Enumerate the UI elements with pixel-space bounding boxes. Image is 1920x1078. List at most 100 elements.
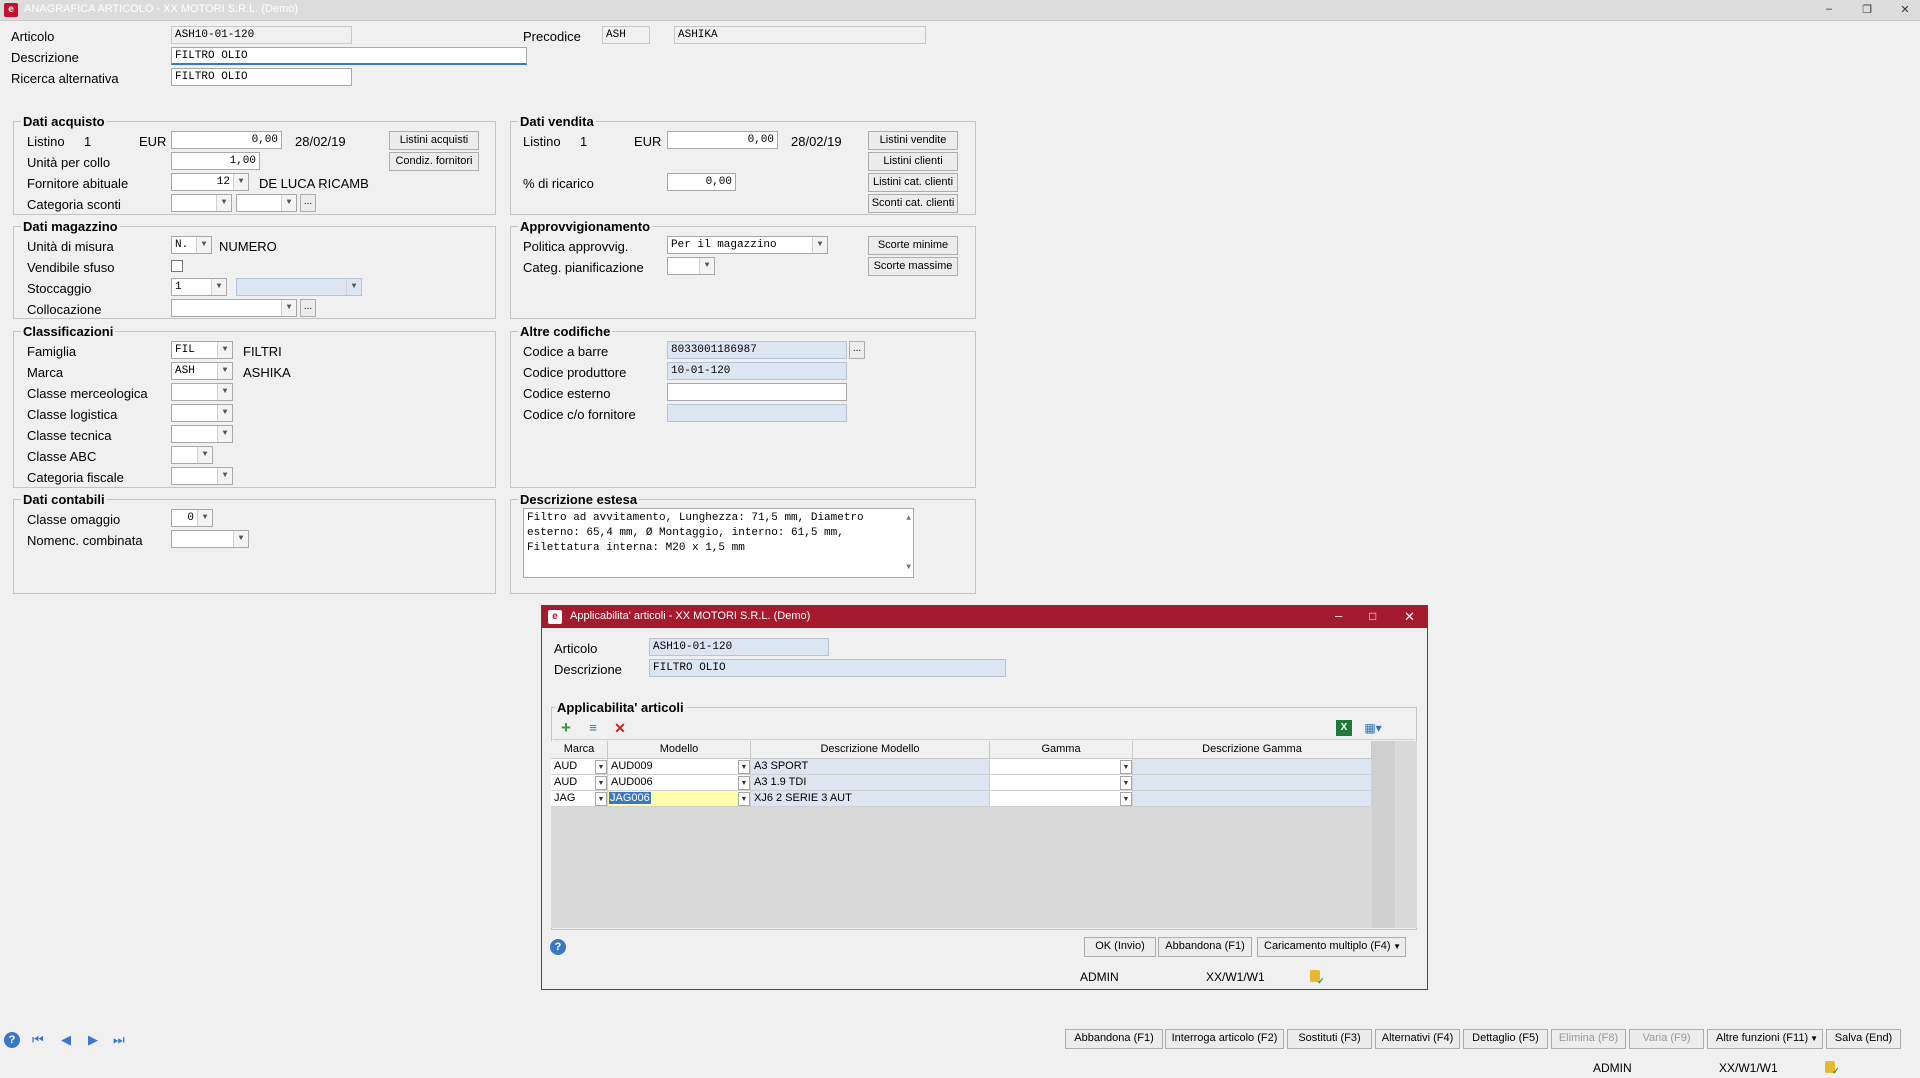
scorte-minime-button[interactable]: Scorte minime	[868, 236, 958, 255]
categoria-sconti-combo-1[interactable]: ▼	[171, 194, 232, 212]
cell-gamma[interactable]	[990, 791, 1133, 807]
categoria-sconti-combo-2[interactable]: ▼	[236, 194, 297, 212]
chevron-down-icon[interactable]: ▼	[1120, 760, 1132, 774]
politica-combo[interactable]: Per il magazzino ▼	[667, 236, 828, 254]
altre-funzioni-button[interactable]: Altre funzioni (F11) ▼	[1707, 1029, 1823, 1049]
categ-pianificazione-combo[interactable]: ▼	[667, 257, 715, 275]
delete-row-icon[interactable]: ✕	[611, 720, 629, 736]
condiz-fornitori-button[interactable]: Condiz. fornitori	[389, 152, 479, 171]
column-header-descrizione-gamma[interactable]: Descrizione Gamma	[1133, 741, 1372, 759]
listini-clienti-button[interactable]: Listini clienti	[868, 152, 958, 171]
codice-barre-lookup-button[interactable]: ...	[849, 341, 865, 359]
cell-modello[interactable]: AUD009	[608, 759, 751, 775]
fornitore-combo[interactable]: 12 ▼	[171, 173, 249, 191]
stoccaggio-combo[interactable]: 1 ▼	[171, 278, 227, 296]
chevron-down-icon[interactable]: ▼	[281, 195, 296, 211]
elimina-button[interactable]: Elimina (F8)	[1551, 1029, 1626, 1049]
categoria-fiscale-combo[interactable]: ▼	[171, 467, 233, 485]
column-header-descrizione-modello[interactable]: Descrizione Modello	[751, 741, 990, 759]
acq-price-field[interactable]: 0,00	[171, 131, 282, 149]
help-icon[interactable]: ?	[550, 939, 566, 955]
abbandona-button[interactable]: Abbandona (F1)	[1065, 1029, 1163, 1049]
descrizione-estesa-textarea[interactable]: Filtro ad avvitamento, Lunghezza: 71,5 m…	[523, 508, 914, 578]
column-header-gamma[interactable]: Gamma	[990, 741, 1133, 759]
classe-abc-combo[interactable]: ▼	[171, 446, 213, 464]
chevron-down-icon[interactable]: ▼	[738, 792, 750, 806]
chevron-down-icon[interactable]: ▼	[738, 760, 750, 774]
listini-vendite-button[interactable]: Listini vendite	[868, 131, 958, 150]
interroga-articolo-button[interactable]: Interroga articolo (F2)	[1165, 1029, 1284, 1049]
abbandona-dialog-button[interactable]: Abbandona (F1)	[1158, 937, 1252, 957]
alternativi-button[interactable]: Alternativi (F4)	[1375, 1029, 1460, 1049]
column-header-modello[interactable]: Modello	[608, 741, 751, 759]
marca-combo[interactable]: ASH ▼	[171, 362, 233, 380]
last-record-icon[interactable]: ⏭	[113, 1032, 125, 1048]
first-record-icon[interactable]: ⏮	[32, 1032, 44, 1048]
sostituti-button[interactable]: Sostituti (F3)	[1287, 1029, 1372, 1049]
help-icon[interactable]: ?	[4, 1032, 20, 1048]
table-row[interactable]: JAG ▼ JAG006 ▼ XJ6 2 SERIE 3 AUT ▼	[551, 791, 1372, 807]
add-row-icon[interactable]: +	[557, 719, 575, 736]
chevron-down-icon[interactable]: ▼	[233, 531, 248, 547]
articolo-field[interactable]: ASH10-01-120	[171, 26, 352, 44]
excel-export-icon[interactable]: X	[1336, 720, 1352, 736]
unita-collo-field[interactable]: 1,00	[171, 152, 260, 170]
listini-acquisti-button[interactable]: Listini acquisti	[389, 131, 479, 150]
chevron-down-icon[interactable]: ▼	[211, 279, 226, 295]
restore-icon[interactable]: ❐	[1858, 3, 1876, 16]
classe-omaggio-combo[interactable]: 0 ▼	[171, 509, 213, 527]
chevron-down-icon[interactable]: ▼	[196, 237, 211, 253]
chevron-down-icon[interactable]: ▼	[217, 363, 232, 379]
table-row[interactable]: AUD ▼ AUD009 ▼ A3 SPORT ▼	[551, 759, 1372, 775]
previous-record-icon[interactable]: ◀	[61, 1032, 71, 1048]
scroll-up-icon[interactable]: ▲	[906, 511, 911, 526]
collocazione-combo[interactable]: ▼	[171, 299, 297, 317]
descrizione-field[interactable]: FILTRO OLIO	[171, 47, 527, 65]
categoria-sconti-lookup-button[interactable]: ...	[300, 194, 316, 212]
chevron-down-icon[interactable]: ▼	[595, 760, 607, 774]
chevron-down-icon[interactable]: ▼	[217, 384, 232, 400]
insert-row-icon[interactable]: ≡	[583, 720, 603, 736]
varia-button[interactable]: Varia (F9)	[1629, 1029, 1704, 1049]
close-icon[interactable]: ✕	[1896, 3, 1914, 16]
chevron-down-icon[interactable]: ▼	[1120, 792, 1132, 806]
chevron-down-icon[interactable]: ▼	[738, 776, 750, 790]
classe-logistica-combo[interactable]: ▼	[171, 404, 233, 422]
cell-gamma[interactable]	[990, 759, 1133, 775]
scroll-down-icon[interactable]: ▼	[906, 560, 911, 575]
cell-modello[interactable]: AUD006	[608, 775, 751, 791]
scorte-massime-button[interactable]: Scorte massime	[868, 257, 958, 276]
ven-price-field[interactable]: 0,00	[667, 131, 778, 149]
ok-button[interactable]: OK (Invio)	[1084, 937, 1156, 957]
chevron-down-icon[interactable]: ▼	[217, 468, 232, 484]
chevron-down-icon[interactable]: ▼	[595, 776, 607, 790]
codice-produttore-field[interactable]: 10-01-120	[667, 362, 847, 380]
chevron-down-icon[interactable]: ▼	[197, 510, 212, 526]
ricerca-field[interactable]: FILTRO OLIO	[171, 68, 352, 86]
precodice-field[interactable]: ASH	[602, 26, 650, 44]
next-record-icon[interactable]: ▶	[88, 1032, 98, 1048]
close-icon[interactable]: ✕	[1404, 609, 1415, 625]
um-combo[interactable]: N. ▼	[171, 236, 212, 254]
chevron-down-icon[interactable]: ▼	[595, 792, 607, 806]
chevron-down-icon[interactable]: ▼	[233, 174, 248, 190]
classe-merceologica-combo[interactable]: ▼	[171, 383, 233, 401]
column-header-marca[interactable]: Marca	[551, 741, 608, 759]
sconti-cat-clienti-button[interactable]: Sconti cat. clienti	[868, 194, 958, 213]
cell-gamma[interactable]	[990, 775, 1133, 791]
chevron-down-icon[interactable]: ▼	[217, 426, 232, 442]
famiglia-combo[interactable]: FIL ▼	[171, 341, 233, 359]
minimize-icon[interactable]: –	[1820, 3, 1838, 15]
caricamento-multiplo-button[interactable]: Caricamento multiplo (F4) ▼	[1257, 937, 1406, 957]
nomenc-combinata-combo[interactable]: ▼	[171, 530, 249, 548]
chevron-down-icon[interactable]: ▼	[217, 342, 232, 358]
cell-modello-editing[interactable]: JAG006	[608, 791, 751, 807]
chevron-down-icon[interactable]: ▼	[281, 300, 296, 316]
chevron-down-icon[interactable]: ▼	[812, 237, 827, 253]
codice-esterno-field[interactable]	[667, 383, 847, 401]
chevron-down-icon[interactable]: ▼	[699, 258, 714, 274]
table-row[interactable]: AUD ▼ AUD006 ▼ A3 1.9 TDI ▼	[551, 775, 1372, 791]
salva-button[interactable]: Salva (End)	[1826, 1029, 1901, 1049]
maximize-icon[interactable]: □	[1369, 609, 1376, 623]
chevron-down-icon[interactable]: ▼	[1120, 776, 1132, 790]
